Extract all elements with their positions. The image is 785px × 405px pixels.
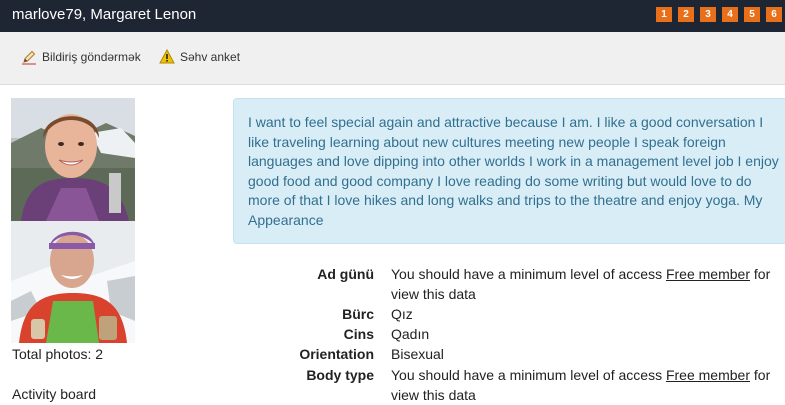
wrong-profile-button[interactable]: Səhv anket <box>159 49 240 64</box>
send-notification-button[interactable]: Bildiriş göndərmək <box>21 49 141 65</box>
toolbar: Bildiriş göndərmək Səhv anket <box>0 32 785 85</box>
profile-photo-1[interactable] <box>11 98 135 221</box>
orientation-label: Orientation <box>299 346 374 362</box>
profile-photo-2[interactable] <box>11 221 135 343</box>
zodiac-label: Bürc <box>342 306 374 322</box>
page-1-button[interactable]: 1 <box>656 7 672 22</box>
page-6-button[interactable]: 6 <box>766 7 782 22</box>
orientation-value: Bisexual <box>391 346 444 362</box>
pagination: 1 2 3 4 5 6 <box>656 7 782 22</box>
page-2-button[interactable]: 2 <box>678 7 694 22</box>
page-4-button[interactable]: 4 <box>722 7 738 22</box>
about-text: I want to feel special again and attract… <box>248 114 779 228</box>
birthday-free-member-link[interactable]: Free member <box>666 266 750 282</box>
gender-label: Cins <box>343 326 374 342</box>
profile-title: marlove79, Margaret Lenon <box>12 6 197 23</box>
birthday-access-text: You should have a minimum level of acces… <box>391 266 666 282</box>
body-type-free-member-link[interactable]: Free member <box>666 367 750 383</box>
body-type-access-text: You should have a minimum level of acces… <box>391 367 666 383</box>
activity-board-link[interactable]: Activity board <box>12 386 96 402</box>
zodiac-value: Qız <box>391 306 413 322</box>
wrong-profile-label: Səhv anket <box>180 49 241 64</box>
top-bar: marlove79, Margaret Lenon 1 2 3 4 5 6 <box>0 0 785 32</box>
birthday-value: You should have a minimum level of acces… <box>391 264 781 304</box>
birthday-label: Ad günü <box>317 266 374 282</box>
about-box: I want to feel special again and attract… <box>233 98 785 244</box>
page-3-button[interactable]: 3 <box>700 7 716 22</box>
total-photos-text: Total photos: 2 <box>12 346 104 362</box>
pencil-icon <box>21 49 37 65</box>
body-type-value: You should have a minimum level of acces… <box>391 365 781 405</box>
send-notification-label: Bildiriş göndərmək <box>42 50 141 64</box>
warning-icon <box>159 49 175 64</box>
body-type-label: Body type <box>306 367 374 383</box>
page-5-button[interactable]: 5 <box>744 7 760 22</box>
gender-value: Qadın <box>391 326 430 342</box>
